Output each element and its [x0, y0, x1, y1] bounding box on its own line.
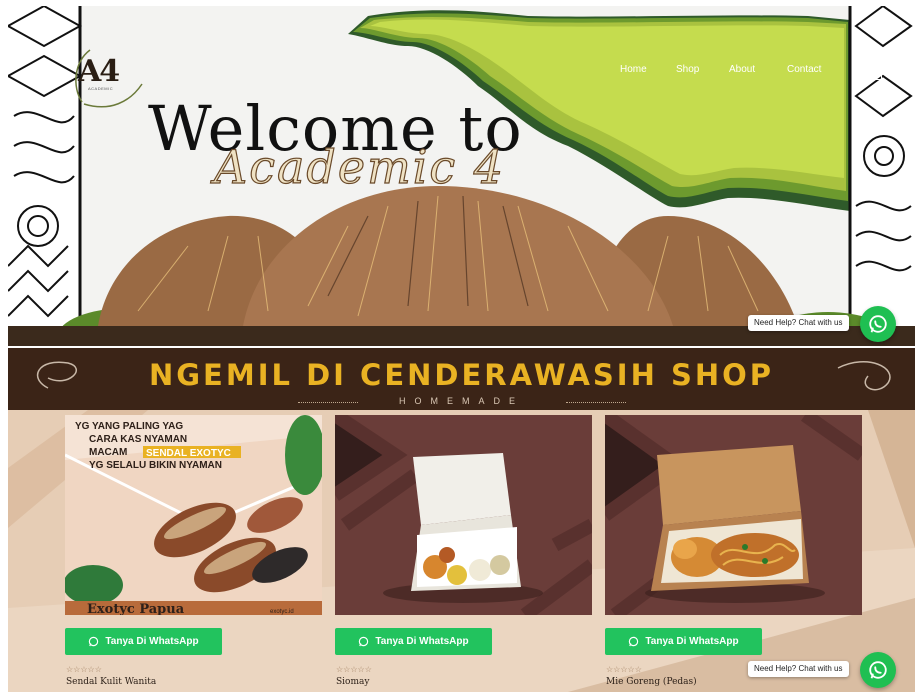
- product-card: YG YANG PALING YAG CARA KAS NYAMAN MACAM…: [65, 415, 322, 692]
- product-name[interactable]: Sendal Kulit Wanita: [66, 677, 156, 687]
- divider-right: [566, 402, 626, 403]
- whatsapp-help-bubble[interactable]: Need Help? Chat with us: [748, 315, 849, 331]
- ask-whatsapp-button[interactable]: Tanya Di WhatsApp: [65, 628, 222, 655]
- promo-line-3: MACAM: [89, 447, 127, 458]
- product-name[interactable]: Mie Goreng (Pedas): [606, 677, 697, 687]
- whatsapp-icon: [869, 315, 887, 333]
- promo-handle: exotyc.id: [270, 609, 294, 615]
- shop-section: NGEMIL DI CENDERAWASIH SHOP HOMEMADE YG …: [8, 348, 915, 692]
- ask-whatsapp-label: Tanya Di WhatsApp: [375, 636, 469, 647]
- promo-line-1: YG YANG PALING YAG: [75, 421, 183, 432]
- nav-shop[interactable]: Shop: [676, 64, 699, 75]
- nav-contact[interactable]: Contact: [787, 64, 821, 75]
- rating-stars: ☆☆☆☆☆: [66, 665, 102, 674]
- siomay-box-photo: [335, 415, 592, 615]
- whatsapp-chat-button[interactable]: [860, 306, 896, 342]
- whatsapp-widget-top: Need Help? Chat with us: [748, 306, 904, 342]
- hero-section: A4 ACADEMIC Welcome to Academic 4 Home S…: [8, 6, 915, 346]
- nav-home[interactable]: Home: [620, 64, 647, 75]
- whatsapp-help-bubble[interactable]: Need Help? Chat with us: [748, 661, 849, 677]
- cart-button[interactable]: 0: [858, 58, 882, 80]
- promo-line-4: YG SELALU BIKIN NYAMAN: [89, 460, 222, 471]
- product-card: Tanya Di WhatsApp ☆☆☆☆☆ Mie Goreng (Peda…: [605, 415, 862, 692]
- nav-about[interactable]: About: [729, 64, 755, 75]
- shop-banner-title: NGEMIL DI CENDERAWASIH SHOP: [148, 358, 775, 392]
- hero-script-title: Academic 4: [213, 139, 506, 194]
- product-name[interactable]: Siomay: [336, 677, 369, 687]
- main-nav: Home Shop About Contact: [8, 62, 915, 82]
- mie-goreng-box-photo: [605, 415, 862, 615]
- shop-banner: NGEMIL DI CENDERAWASIH SHOP HOMEMADE: [8, 348, 915, 410]
- product-image[interactable]: YG YANG PALING YAG CARA KAS NYAMAN MACAM…: [65, 415, 322, 615]
- ask-whatsapp-button[interactable]: Tanya Di WhatsApp: [605, 628, 762, 655]
- rating-stars: ☆☆☆☆☆: [336, 665, 372, 674]
- whatsapp-chat-button[interactable]: [860, 652, 896, 688]
- promo-line-2: CARA KAS NYAMAN: [89, 434, 187, 445]
- shop-banner-subtitle: HOMEMADE: [398, 396, 524, 406]
- product-image[interactable]: [335, 415, 592, 615]
- ask-whatsapp-label: Tanya Di WhatsApp: [645, 636, 739, 647]
- product-image[interactable]: [605, 415, 862, 615]
- whatsapp-icon: [869, 661, 887, 679]
- whatsapp-icon: [629, 636, 639, 647]
- whatsapp-icon: [359, 636, 369, 647]
- ask-whatsapp-label: Tanya Di WhatsApp: [105, 636, 199, 647]
- ask-whatsapp-button[interactable]: Tanya Di WhatsApp: [335, 628, 492, 655]
- promo-highlight: SENDAL EXOTYC: [146, 448, 231, 459]
- promo-footer: Exotyc Papua: [87, 602, 185, 615]
- cart-count: 0: [875, 60, 879, 67]
- product-card: Tanya Di WhatsApp ☆☆☆☆☆ Siomay: [335, 415, 592, 692]
- sandal-illustration: YG YANG PALING YAG CARA KAS NYAMAN MACAM…: [65, 415, 322, 615]
- whatsapp-widget-bottom: Need Help? Chat with us: [748, 652, 904, 688]
- logo-subtext: ACADEMIC: [88, 86, 114, 91]
- rating-stars: ☆☆☆☆☆: [606, 665, 642, 674]
- whatsapp-icon: [89, 636, 99, 647]
